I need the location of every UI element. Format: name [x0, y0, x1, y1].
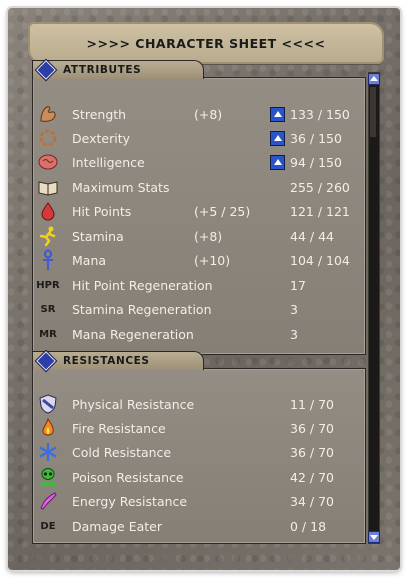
skull-icon — [36, 466, 60, 488]
strength-arm-icon — [36, 103, 60, 125]
stat-row-hit-points: Hit Points (+5 / 25) 121 / 121 — [36, 199, 360, 223]
resist-row-cold: Cold Resistance 36 / 70 — [36, 440, 360, 464]
resist-label: Physical Resistance — [72, 396, 195, 412]
stat-value: 255 / 260 — [290, 179, 350, 195]
stat-row-mana: Mana (+10) 104 / 104 — [36, 248, 360, 272]
stat-label: Stamina — [72, 228, 124, 244]
resist-value: 34 / 70 — [290, 493, 334, 509]
stat-row-intelligence: Intelligence 94 / 150 — [36, 150, 360, 174]
resist-row-energy: Energy Resistance 34 / 70 — [36, 489, 360, 513]
stat-bonus: (+8) — [194, 106, 223, 122]
resist-label: Energy Resistance — [72, 493, 188, 509]
resist-label: Poison Resistance — [72, 469, 184, 485]
stat-value: 133 / 150 — [290, 106, 350, 122]
running-man-icon — [36, 225, 60, 247]
stat-label: Strength — [72, 106, 127, 122]
resist-value: 42 / 70 — [290, 469, 334, 485]
stat-value: 17 — [290, 277, 306, 293]
stat-lock-up-button[interactable] — [270, 130, 285, 146]
stat-label: Stamina Regeneration — [72, 301, 212, 317]
vertical-scrollbar[interactable] — [368, 72, 380, 544]
stat-row-stamina: Stamina (+8) 44 / 44 — [36, 224, 360, 248]
sr-abbrev-icon: SR — [40, 303, 56, 315]
hpr-abbrev-icon: HPR — [36, 279, 60, 291]
de-abbrev-icon: DE — [40, 520, 56, 532]
resist-value: 36 / 70 — [290, 420, 334, 436]
stat-value: 104 / 104 — [290, 252, 350, 268]
resist-value: 0 / 18 — [290, 518, 327, 534]
scroll-thumb[interactable] — [370, 87, 376, 137]
scroll-down-button[interactable] — [368, 531, 380, 543]
stat-label: Mana — [72, 252, 107, 268]
stat-label: Dexterity — [72, 130, 130, 146]
stat-label: Hit Points — [72, 203, 132, 219]
resist-label: Cold Resistance — [72, 444, 172, 460]
stat-bonus: (+5 / 25) — [194, 203, 251, 219]
stat-label: Mana Regeneration — [72, 326, 194, 342]
resistances-header[interactable]: RESISTANCES — [32, 351, 204, 371]
stat-label: Hit Point Regeneration — [72, 277, 213, 293]
resist-label: Fire Resistance — [72, 420, 166, 436]
open-book-icon — [36, 176, 60, 198]
stat-value: 121 / 121 — [290, 203, 350, 219]
stat-row-mana-regeneration: MR Mana Regeneration 3 — [36, 322, 360, 346]
stat-label: Intelligence — [72, 154, 145, 170]
resist-row-poison: Poison Resistance 42 / 70 — [36, 465, 360, 489]
stat-lock-up-button[interactable] — [270, 106, 285, 122]
stat-row-hit-point-regeneration: HPR Hit Point Regeneration 17 — [36, 273, 360, 297]
blood-drop-icon — [36, 200, 60, 222]
ankh-icon — [36, 249, 60, 271]
resist-row-physical: Physical Resistance 11 / 70 — [36, 392, 360, 416]
section-gem-icon[interactable] — [36, 60, 56, 80]
section-gem-icon[interactable] — [36, 351, 56, 371]
resist-value: 11 / 70 — [290, 396, 334, 412]
brain-icon — [36, 151, 60, 173]
resistances-title: RESISTANCES — [63, 355, 150, 367]
title-banner: >>>> CHARACTER SHEET <<<< — [28, 22, 384, 64]
stat-value: 3 — [290, 301, 298, 317]
energy-bolt-icon — [36, 490, 60, 512]
resist-value: 36 / 70 — [290, 444, 334, 460]
stat-value: 94 / 150 — [290, 154, 342, 170]
stat-lock-up-button[interactable] — [270, 154, 285, 170]
stat-label: Maximum Stats — [72, 179, 170, 195]
resist-row-fire: Fire Resistance 36 / 70 — [36, 416, 360, 440]
resist-row-damage-eater: DE Damage Eater 0 / 18 — [36, 514, 360, 538]
snowflake-icon — [36, 441, 60, 463]
attributes-header[interactable]: ATTRIBUTES — [32, 60, 204, 80]
stat-bonus: (+8) — [194, 228, 223, 244]
stat-value: 3 — [290, 326, 298, 342]
attributes-title: ATTRIBUTES — [63, 64, 142, 76]
window-title: >>>> CHARACTER SHEET <<<< — [86, 35, 326, 51]
resist-label: Damage Eater — [72, 518, 163, 534]
shield-icon — [36, 393, 60, 415]
stat-row-maximum-stats: Maximum Stats 255 / 260 — [36, 175, 360, 199]
dexterity-ring-icon — [36, 127, 60, 149]
stat-row-strength: Strength (+8) 133 / 150 — [36, 102, 360, 126]
flame-icon — [36, 417, 60, 439]
stat-row-dexterity: Dexterity 36 / 150 — [36, 126, 360, 150]
stat-value: 36 / 150 — [290, 130, 342, 146]
stat-bonus: (+10) — [194, 252, 231, 268]
stat-value: 44 / 44 — [290, 228, 334, 244]
scroll-up-button[interactable] — [368, 73, 380, 85]
stat-row-stamina-regeneration: SR Stamina Regeneration 3 — [36, 297, 360, 321]
mr-abbrev-icon: MR — [39, 328, 57, 340]
